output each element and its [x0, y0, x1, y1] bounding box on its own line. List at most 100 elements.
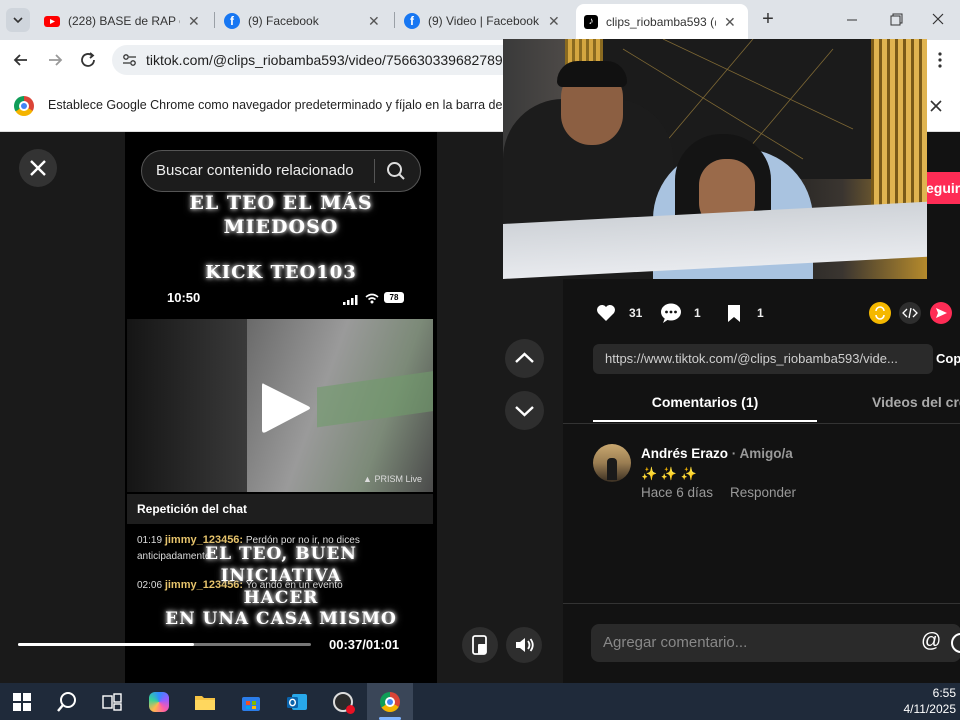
chat-replay-header: Repetición del chat — [127, 494, 433, 524]
new-tab-button[interactable]: + — [758, 8, 778, 30]
overlay-kick-text: KICK TEO103 — [205, 262, 357, 283]
start-button[interactable] — [4, 687, 40, 717]
close-icon — [932, 13, 944, 25]
volume-button[interactable] — [506, 627, 542, 663]
chrome-icon — [14, 96, 34, 116]
mini-player-icon — [472, 635, 487, 655]
share-button[interactable] — [930, 302, 952, 324]
file-explorer-button[interactable] — [187, 687, 223, 717]
copilot-button[interactable] — [141, 687, 177, 717]
search-button[interactable] — [49, 687, 85, 717]
repost-button[interactable] — [869, 302, 891, 324]
chrome-button[interactable] — [367, 683, 413, 720]
overlay-title-line-1: EL TEO EL MÁS — [189, 192, 373, 214]
menu-button[interactable] — [930, 50, 950, 70]
more-vertical-icon — [938, 52, 942, 68]
mention-icon[interactable]: @ — [921, 630, 941, 653]
close-icon[interactable]: ✕ — [548, 13, 560, 30]
close-icon — [30, 160, 46, 176]
play-icon — [262, 383, 310, 433]
close-window-button[interactable] — [926, 10, 950, 30]
emoji-icon[interactable] — [951, 633, 960, 653]
chevron-down-icon — [13, 17, 23, 24]
close-infobar-button[interactable] — [926, 96, 946, 116]
url-text: tiktok.com/@clips_riobamba593/video/7566… — [146, 52, 527, 68]
previous-video-button[interactable] — [505, 339, 544, 378]
close-icon[interactable]: ✕ — [188, 13, 200, 30]
clock-date: 4/11/2025 — [903, 702, 957, 716]
close-icon[interactable]: ✕ — [368, 13, 380, 30]
progress-track[interactable] — [18, 643, 311, 646]
search-input[interactable]: Buscar contenido relacionado — [141, 150, 421, 192]
prism-live-label: ▲ PRISM Live — [363, 474, 422, 484]
tab-tiktok[interactable]: ♪ clips_riobamba593 (@c ✕ — [576, 4, 748, 40]
restore-icon — [890, 13, 903, 26]
address-bar[interactable]: tiktok.com/@clips_riobamba593/video/7566… — [112, 45, 532, 75]
tiktok-icon: ♪ — [584, 15, 598, 29]
youtube-icon — [44, 15, 60, 27]
bookmark-icon — [728, 305, 740, 322]
reload-button[interactable] — [78, 50, 100, 70]
copy-link-button[interactable]: Cop — [936, 351, 960, 366]
tab-title: clips_riobamba593 (@c — [606, 15, 716, 29]
overlay-title-line-2: MIEDOSO — [223, 216, 339, 238]
store-button[interactable] — [233, 687, 269, 717]
save-button[interactable]: 1 — [725, 304, 764, 322]
mini-player-button[interactable] — [462, 627, 498, 663]
back-button[interactable] — [10, 50, 32, 70]
obs-button[interactable] — [325, 687, 361, 717]
obs-icon — [333, 692, 355, 714]
repost-icon — [875, 306, 885, 320]
clock[interactable]: 6:55 4/11/2025 — [880, 685, 957, 717]
like-button[interactable]: 31 — [595, 304, 642, 322]
overlay-caption-line-2: INICIATIVA — [220, 566, 342, 586]
arrow-right-icon — [49, 54, 63, 66]
search-divider — [374, 159, 375, 183]
volume-icon — [516, 638, 534, 652]
comment-button[interactable]: 1 — [659, 303, 701, 323]
heart-icon — [597, 305, 615, 321]
search-icon[interactable] — [386, 161, 406, 181]
reply-button[interactable]: Responder — [730, 485, 796, 500]
copilot-icon — [149, 692, 169, 712]
battery-indicator: 78 — [384, 292, 404, 303]
arrow-left-icon — [13, 54, 27, 66]
signal-icon — [343, 292, 359, 310]
tab-creator-videos[interactable]: Videos del cre — [872, 394, 960, 410]
facebook-icon: f — [224, 13, 240, 29]
tab-comments[interactable]: Comentarios (1) — [593, 394, 817, 422]
overlay-caption-line-4: EN UNA CASA MISMO — [165, 609, 397, 629]
comment-author[interactable]: Andrés Erazo · Amigo/a — [641, 446, 793, 461]
prism-triangle-icon: ▲ — [363, 474, 372, 484]
share-url-field[interactable]: https://www.tiktok.com/@clips_riobamba59… — [593, 344, 933, 374]
restore-button[interactable] — [884, 10, 908, 30]
picture-in-picture-video[interactable] — [503, 39, 927, 279]
clock-time: 6:55 — [932, 686, 956, 700]
forward-button[interactable] — [44, 50, 66, 70]
tab-facebook[interactable]: f (9) Facebook ✕ — [224, 6, 394, 36]
chrome-icon — [380, 691, 400, 712]
tab-youtube[interactable]: (228) BASE de RAP con ✕ — [44, 6, 214, 36]
folder-icon — [195, 696, 215, 710]
minimize-button[interactable] — [840, 10, 864, 30]
comment-text: ✨ ✨ ✨ — [641, 466, 697, 481]
overlay-caption-line-1: EL TEO, BUEN — [205, 544, 357, 564]
tab-facebook-video[interactable]: f (9) Video | Facebook ✕ — [404, 6, 574, 36]
tab-strip: (228) BASE de RAP con ✕ f (9) Facebook ✕… — [0, 0, 960, 40]
minimize-icon — [847, 19, 857, 21]
close-icon[interactable]: ✕ — [724, 14, 736, 31]
play-button[interactable] — [258, 380, 312, 436]
outlook-button[interactable] — [279, 687, 315, 717]
next-video-button[interactable] — [505, 391, 544, 430]
search-icon — [57, 692, 76, 712]
close-video-button[interactable] — [19, 149, 57, 187]
store-icon — [242, 697, 260, 711]
tab-search-button[interactable] — [6, 8, 30, 32]
phone-time: 10:50 — [167, 290, 201, 305]
overlay-caption-line-3: HACER — [243, 588, 319, 608]
comment-input[interactable]: Agregar comentario... @ — [591, 624, 960, 662]
avatar[interactable] — [593, 444, 631, 482]
task-view-button[interactable] — [94, 687, 130, 717]
wifi-icon — [365, 291, 379, 309]
embed-button[interactable] — [899, 302, 921, 324]
